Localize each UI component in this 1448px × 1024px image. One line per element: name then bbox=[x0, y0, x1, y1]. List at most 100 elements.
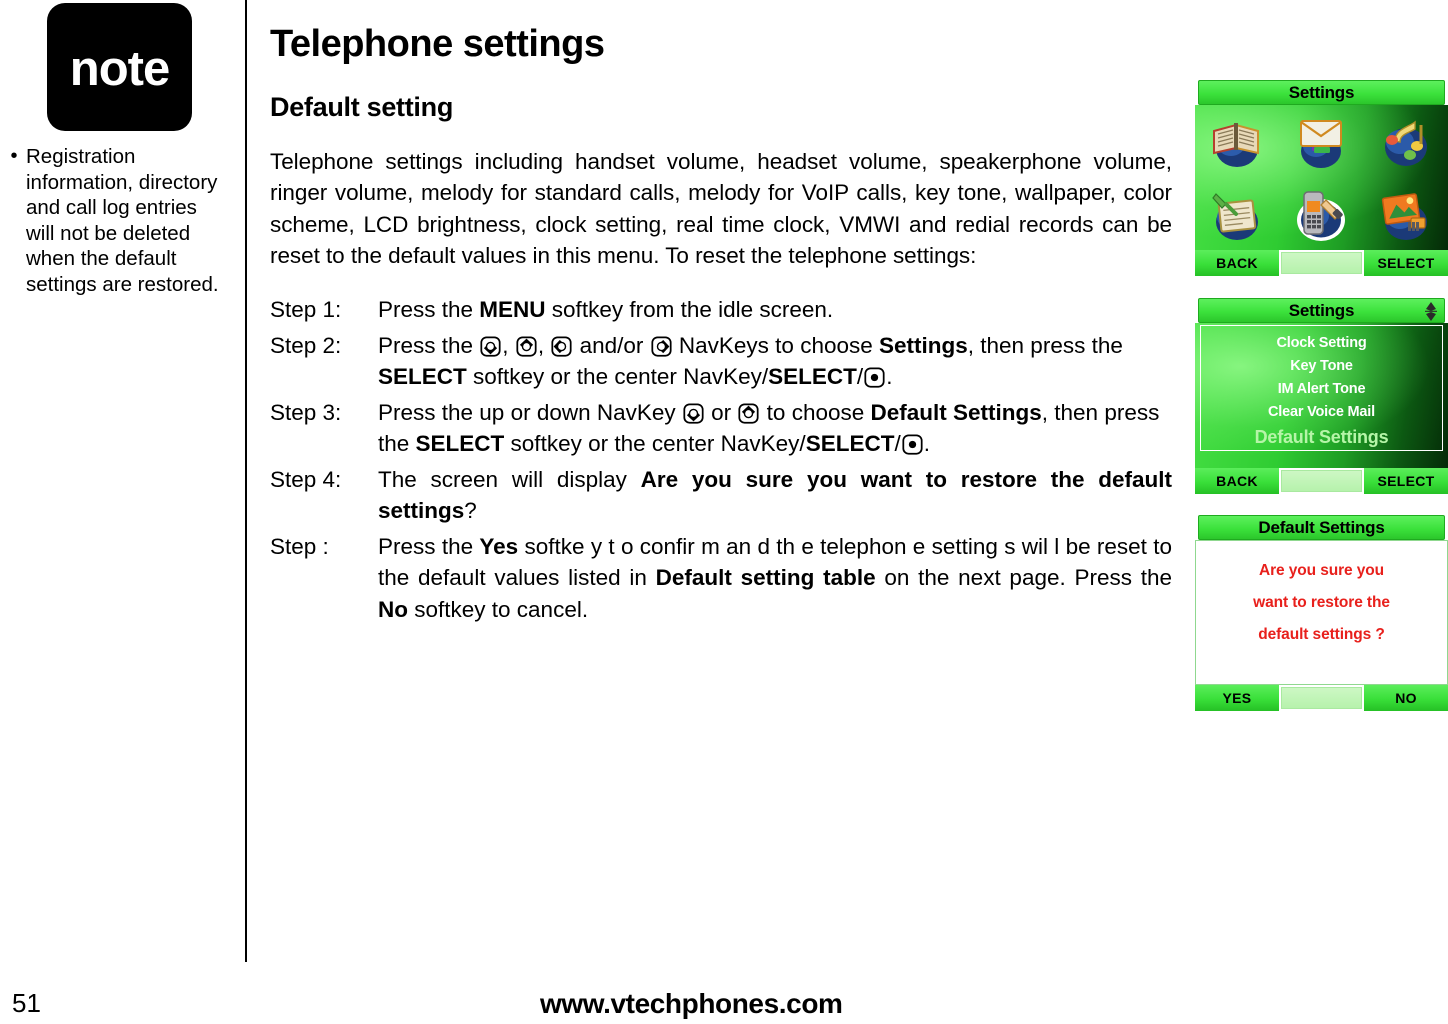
screen-softkey-bar: YES NO bbox=[1195, 685, 1448, 711]
softkey-yes-button[interactable]: YES bbox=[1195, 685, 1279, 711]
screen-title-bar: Settings bbox=[1198, 298, 1445, 323]
step3-text-part2: to choose bbox=[760, 399, 871, 425]
step-row-1: Step 1: Press the MENU softkey from the … bbox=[270, 294, 1172, 326]
bullet-icon: • bbox=[10, 145, 18, 167]
step-label: Step 2: bbox=[270, 332, 342, 358]
navkey-right-icon bbox=[551, 336, 572, 357]
softkey-back-button[interactable]: BACK bbox=[1195, 468, 1279, 494]
step5-default-setting-table: Default setting table bbox=[655, 565, 876, 591]
step-body: Press the Yes softke y t o confir m an d… bbox=[378, 531, 1172, 626]
step-row-3: Step 3: Press the up or down NavKey or t… bbox=[270, 397, 1172, 460]
screen-body bbox=[1195, 105, 1448, 250]
step-row-2: Step 2: Press the , , and/or NavKeys to … bbox=[270, 330, 1172, 393]
screen-title-bar: Default Settings bbox=[1198, 515, 1445, 540]
softkey-select-button[interactable]: SELECT bbox=[1364, 250, 1448, 276]
step-body: Press the up or down NavKey or to choose… bbox=[378, 397, 1172, 460]
menu-item-default-settings[interactable]: Default Settings bbox=[1201, 424, 1442, 450]
note-list: • Registration information, directory an… bbox=[0, 144, 232, 297]
settings-menu-list: Clock Setting Key Tone IM Alert Tone Cle… bbox=[1200, 325, 1443, 451]
step3-select-softkey: SELECT bbox=[415, 431, 505, 457]
directory-book-icon[interactable] bbox=[1206, 111, 1268, 171]
notepad-pen-icon[interactable] bbox=[1206, 184, 1268, 244]
screen-title: Settings bbox=[1288, 82, 1355, 102]
softkey-center-spacer bbox=[1281, 687, 1362, 709]
step3-text-part4: softkey or the center NavKey/ bbox=[504, 431, 806, 457]
screen-softkey-bar: BACK SELECT bbox=[1195, 250, 1448, 276]
screen-softkey-bar: BACK SELECT bbox=[1195, 468, 1448, 494]
step2-text-part6: . bbox=[886, 364, 893, 390]
page-number: 51 bbox=[12, 988, 41, 1018]
step2-text-part3: , then press the bbox=[967, 332, 1123, 358]
confirm-message-line-3: default settings ? bbox=[1258, 626, 1385, 643]
menu-item-clock-setting[interactable]: Clock Setting bbox=[1201, 332, 1442, 355]
screen-title: Settings bbox=[1288, 300, 1355, 320]
step2-text-part5: / bbox=[856, 364, 864, 390]
note-sidebar: note • Registration information, directo… bbox=[0, 0, 232, 1024]
step2-settings-label: Settings bbox=[879, 332, 968, 358]
music-notes-icon[interactable] bbox=[1375, 111, 1437, 171]
step2-text-part1: Press the bbox=[378, 332, 480, 358]
note-badge: note bbox=[47, 3, 192, 131]
step3-or: or bbox=[704, 399, 738, 425]
page-title: Telephone settings bbox=[270, 23, 605, 65]
step4-text-part1: The screen will display bbox=[378, 466, 641, 492]
step5-text-part1: Press the bbox=[378, 533, 480, 559]
step-label: Step 1: bbox=[270, 297, 342, 323]
navkey-down-icon bbox=[683, 403, 704, 424]
step3-select-navkey: SELECT bbox=[805, 431, 895, 457]
step5-text-part3: on the next page. Press the bbox=[875, 565, 1173, 591]
note-list-item: • Registration information, directory an… bbox=[0, 144, 232, 297]
note-badge-label: note bbox=[69, 42, 170, 96]
step2-select-navkey: SELECT bbox=[768, 364, 857, 390]
confirm-message-line-2: want to restore the bbox=[1253, 594, 1390, 611]
navkey-center-icon bbox=[902, 434, 923, 455]
step5-text-part4: softkey to cancel. bbox=[408, 596, 589, 622]
navkey-up-icon bbox=[516, 336, 537, 357]
softkey-back-button[interactable]: BACK bbox=[1195, 250, 1279, 276]
step1-text-part1: Press the bbox=[378, 297, 480, 323]
step2-text-part2: NavKeys to choose bbox=[672, 332, 879, 358]
softkey-select-button[interactable]: SELECT bbox=[1364, 468, 1448, 494]
step1-menu-softkey: MENU bbox=[479, 297, 546, 323]
screen-title: Default Settings bbox=[1258, 517, 1385, 537]
phone-screen-settings-list: Settings Clock Setting Key Tone IM Alert… bbox=[1195, 298, 1448, 506]
menu-item-key-tone[interactable]: Key Tone bbox=[1201, 355, 1442, 378]
screen-title-bar: Settings bbox=[1198, 80, 1445, 105]
step-label: Step 4: bbox=[270, 466, 342, 492]
screen-body: Are you sure you want to restore the def… bbox=[1195, 540, 1448, 685]
step-body: Press the , , and/or NavKeys to choose S… bbox=[378, 330, 1172, 393]
navkey-left-icon bbox=[651, 336, 672, 357]
step4-text-part2: ? bbox=[464, 498, 477, 524]
message-envelope-icon[interactable] bbox=[1290, 111, 1352, 171]
note-item-text: Registration information, directory and … bbox=[26, 145, 219, 296]
step-body: The screen will display Are you sure you… bbox=[378, 464, 1172, 527]
step2-select-softkey: SELECT bbox=[378, 364, 467, 390]
phone-screen-settings-grid: Settings BACK SELECT bbox=[1195, 80, 1448, 288]
phone-screen-default-confirm: Default Settings Are you sure you want t… bbox=[1195, 515, 1448, 721]
confirm-message: Are you sure you want to restore the def… bbox=[1196, 555, 1447, 651]
step-body: Press the MENU softkey from the idle scr… bbox=[378, 294, 1172, 326]
step2-andor: and/or bbox=[573, 332, 650, 358]
screen-body: Clock Setting Key Tone IM Alert Tone Cle… bbox=[1195, 323, 1448, 468]
menu-item-clear-voice-mail[interactable]: Clear Voice Mail bbox=[1201, 401, 1442, 424]
step5-no-softkey: No bbox=[378, 596, 408, 622]
step-row-4: Step 4: The screen will display Are you … bbox=[270, 464, 1172, 527]
step2-sep1: , bbox=[502, 332, 515, 358]
softkey-no-button[interactable]: NO bbox=[1364, 685, 1448, 711]
step3-default-settings-label: Default Settings bbox=[870, 399, 1042, 425]
step5-yes-softkey: Yes bbox=[479, 533, 519, 559]
step3-text-part6: . bbox=[923, 431, 930, 457]
section-title: Default setting bbox=[270, 92, 454, 123]
column-divider bbox=[245, 0, 247, 962]
menu-item-im-alert-tone[interactable]: IM Alert Tone bbox=[1201, 378, 1442, 401]
confirm-message-line-1: Are you sure you bbox=[1258, 562, 1385, 579]
step-label: Step : bbox=[270, 533, 329, 559]
step-row-5: Step : Press the Yes softke y t o confir… bbox=[270, 531, 1172, 626]
step3-text-part1: Press the up or down NavKey bbox=[378, 399, 682, 425]
intro-paragraph: Telephone settings including handset vol… bbox=[270, 148, 1172, 269]
phone-settings-icon[interactable] bbox=[1290, 184, 1352, 244]
picture-gallery-icon[interactable] bbox=[1375, 184, 1437, 244]
navkey-up-icon bbox=[738, 403, 759, 424]
navkey-down-icon bbox=[480, 336, 501, 357]
step3-text-part5: / bbox=[894, 431, 901, 457]
